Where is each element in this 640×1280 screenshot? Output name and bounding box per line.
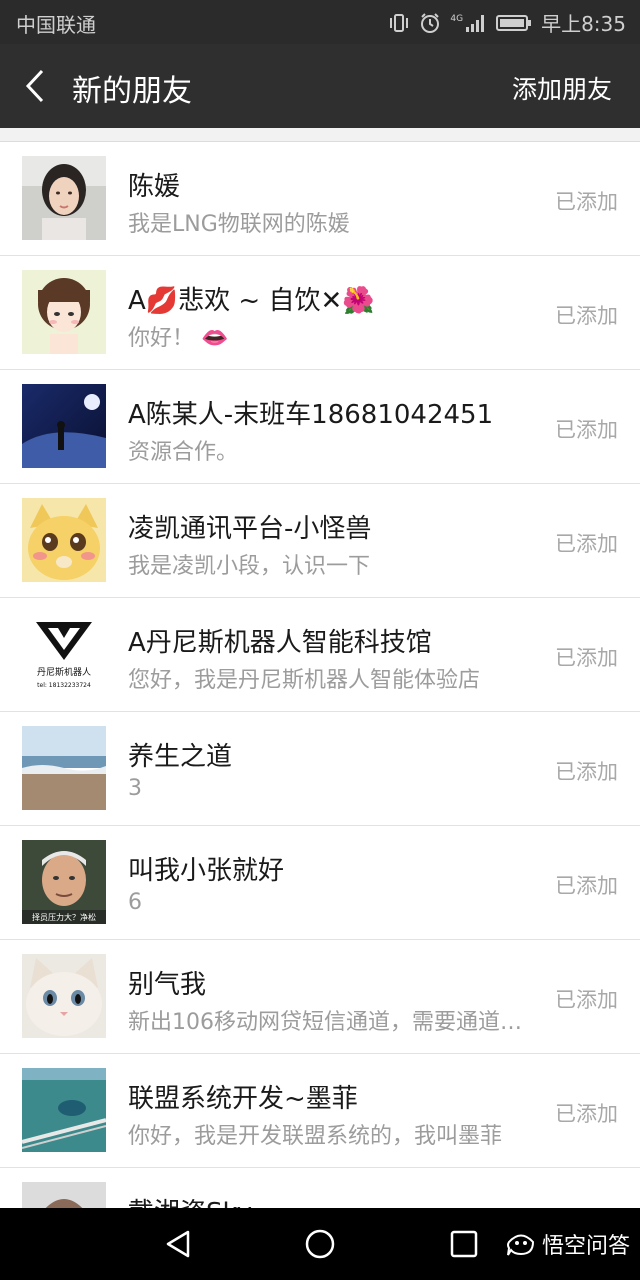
watermark-text: 悟空问答 [541, 1234, 630, 1259]
added-status: 已添加 [555, 532, 618, 556]
friend-message: 你好！ 👄 [128, 326, 229, 351]
avatar [22, 954, 106, 1038]
danisi-logo-tel: tel: 18132233724 [37, 682, 91, 689]
avatar [22, 1182, 106, 1208]
carrier-name: 中国联通 [16, 13, 96, 37]
add-friend-button[interactable]: 添加朋友 [512, 70, 612, 106]
home-nav-icon[interactable] [302, 1226, 338, 1266]
watermark: 悟空问答 [506, 1228, 630, 1260]
avatar: 择员压力大？净松 [22, 840, 106, 924]
friend-message: 新出106移动网贷短信通道，需要通道的联系我 [128, 1010, 540, 1035]
added-status: 已添加 [555, 304, 618, 328]
avatar [22, 1068, 106, 1152]
friend-row[interactable]: 凌凯通讯平台-小怪兽 我是凌凯小段，认识一下 已添加 [0, 484, 640, 598]
avatar [22, 270, 106, 354]
friend-message: 资源合作。 [128, 440, 239, 465]
friend-message: 我是LNG物联网的陈媛 [128, 212, 350, 237]
signal-icon: 4G [450, 13, 487, 33]
avatar: 丹尼斯机器人 tel: 18132233724 [22, 612, 106, 696]
friend-message: 我是凌凯小段，认识一下 [128, 554, 371, 579]
added-status: 已添加 [555, 418, 618, 442]
vibrate-icon [388, 13, 410, 33]
avatar [22, 726, 106, 810]
danisi-logo-text: 丹尼斯机器人 [37, 666, 91, 678]
friend-row[interactable]: 联盟系统开发~墨菲 你好，我是开发联盟系统的，我叫墨菲 已添加 [0, 1054, 640, 1168]
back-button[interactable] [22, 68, 50, 104]
friend-message: 您好，我是丹尼斯机器人智能体验店 [128, 668, 481, 693]
friend-message: 6 [128, 890, 142, 915]
added-status: 已添加 [555, 646, 618, 670]
recents-nav-icon[interactable] [446, 1226, 482, 1266]
added-status: 已添加 [555, 1102, 618, 1126]
friend-row[interactable]: 择员压力大？净松 叫我小张就好 6 已添加 [0, 826, 640, 940]
clock: 早上8:35 [541, 12, 626, 36]
back-nav-icon[interactable] [160, 1226, 196, 1266]
avatar [22, 156, 106, 240]
friend-name: 联盟系统开发~墨菲 [128, 1084, 358, 1114]
avatar-caption: 择员压力大？净松 [32, 912, 96, 922]
list-top-divider [0, 128, 640, 142]
friend-name: A丹尼斯机器人智能科技馆 [128, 628, 432, 658]
friend-row[interactable]: 别气我 新出106移动网贷短信通道，需要通道的联系我 已添加 [0, 940, 640, 1054]
alarm-icon [419, 12, 441, 34]
friend-name: A陈某人-末班车18681042451 [128, 400, 494, 430]
page-title: 新的朋友 [72, 74, 192, 109]
friend-row[interactable]: 养生之道 3 已添加 [0, 712, 640, 826]
avatar [22, 384, 106, 468]
friend-name: 叫我小张就好 [128, 856, 285, 886]
navigation-bar: 悟空问答 [0, 1208, 640, 1280]
status-bar: 中国联通 4G 早上8:35 [0, 0, 640, 44]
friend-name: 养生之道 [128, 742, 233, 772]
title-bar: 新的朋友 添加朋友 [0, 44, 640, 128]
battery-icon [496, 14, 532, 32]
friend-name: A💋悲欢 ~ 自饮✕🌺 [128, 286, 375, 316]
friend-row[interactable]: A💋悲欢 ~ 自饮✕🌺 你好！ 👄 已添加 [0, 256, 640, 370]
status-icons: 4G 早上8:35 [388, 8, 626, 37]
friend-name: 戴湘资Sky [128, 1192, 252, 1208]
new-friends-list[interactable]: 陈媛 我是LNG物联网的陈媛 已添加 A💋悲欢 ~ 自饮✕🌺 你好！ 👄 已添加… [0, 142, 640, 1208]
friend-name: 别气我 [128, 970, 207, 1000]
friend-row[interactable]: 陈媛 我是LNG物联网的陈媛 已添加 [0, 142, 640, 256]
friend-name: 陈媛 [128, 172, 181, 202]
wukong-logo-icon [506, 1234, 534, 1256]
added-status: 已添加 [555, 874, 618, 898]
friend-row[interactable]: 丹尼斯机器人 tel: 18132233724 A丹尼斯机器人智能科技馆 您好，我… [0, 598, 640, 712]
friend-message: 你好，我是开发联盟系统的，我叫墨菲 [128, 1124, 503, 1149]
friend-row[interactable]: 戴湘资Sky [0, 1168, 640, 1208]
friend-message: 3 [128, 776, 142, 801]
friend-name: 凌凯通讯平台-小怪兽 [128, 514, 372, 544]
added-status: 已添加 [555, 760, 618, 784]
friend-row[interactable]: A陈某人-末班车18681042451 资源合作。 已添加 [0, 370, 640, 484]
avatar [22, 498, 106, 582]
added-status: 已添加 [555, 988, 618, 1012]
added-status: 已添加 [555, 190, 618, 214]
